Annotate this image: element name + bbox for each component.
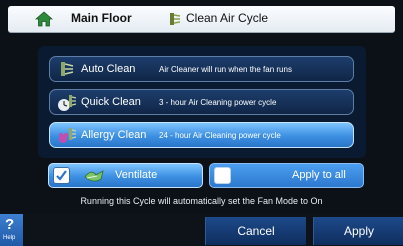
header-bar: Main Floor Clean Air Cycle [8, 6, 395, 33]
help-button[interactable]: ? Help [0, 214, 23, 246]
air-filter-icon [55, 57, 79, 81]
home-icon[interactable] [34, 11, 54, 32]
help-label: Help [3, 235, 16, 241]
air-filter-icon [168, 11, 182, 32]
option-description: 3 - hour Air Cleaning power cycle [159, 97, 277, 107]
footer-bar: ? Help Cancel Apply [0, 214, 403, 246]
allergy-clean-icon [55, 123, 79, 147]
ventilate-label: Ventilate [115, 169, 158, 181]
check-icon [56, 170, 67, 181]
ventilate-checkbox[interactable] [53, 167, 70, 184]
option-label: Allergy Clean [81, 129, 147, 141]
option-auto-clean[interactable]: Auto Clean Air Cleaner will run when the… [49, 56, 354, 82]
option-label: Quick Clean [81, 96, 141, 108]
ventilate-icon [83, 167, 107, 190]
cancel-button[interactable]: Cancel [205, 217, 306, 245]
page-title: Main Floor [71, 11, 132, 25]
option-quick-clean[interactable]: Quick Clean 3 - hour Air Cleaning power … [49, 89, 354, 115]
page-subtitle: Clean Air Cycle [186, 11, 269, 25]
option-description: 24 - hour Air Cleaning power cycle [159, 130, 281, 140]
option-allergy-clean[interactable]: Allergy Clean 24 - hour Air Cleaning pow… [49, 122, 354, 148]
quick-clean-icon [55, 90, 79, 114]
help-icon: ? [5, 216, 15, 233]
apply-to-all-label: Apply to all [292, 169, 346, 181]
option-label: Auto Clean [81, 63, 136, 75]
apply-to-all-toggle[interactable]: Apply to all [209, 163, 364, 188]
info-note: Running this Cycle will automatically se… [80, 196, 323, 206]
thermostat-screen: Main Floor Clean Air Cycle Auto Clean Ai… [0, 0, 403, 246]
clean-options-panel: Auto Clean Air Cleaner will run when the… [38, 46, 366, 158]
ventilate-toggle[interactable]: Ventilate [48, 163, 203, 188]
apply-to-all-checkbox[interactable] [214, 167, 231, 184]
apply-button[interactable]: Apply [313, 217, 403, 245]
option-description: Air Cleaner will run when the fan runs [159, 64, 292, 74]
